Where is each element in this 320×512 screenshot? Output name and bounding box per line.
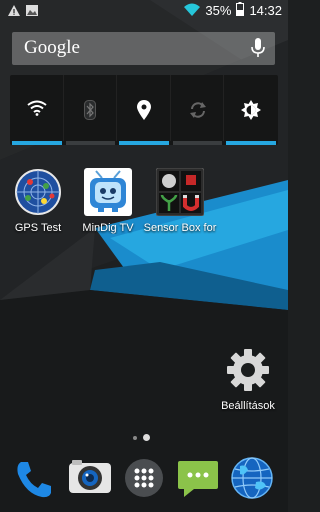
brightness-status-bar xyxy=(226,141,276,145)
power-control-widget xyxy=(10,75,278,145)
messaging-button[interactable] xyxy=(176,456,220,500)
phone-icon xyxy=(17,462,51,498)
message-icon xyxy=(178,461,218,497)
camera-icon xyxy=(69,460,111,493)
battery-icon xyxy=(236,2,245,19)
brightness-icon xyxy=(241,100,262,125)
wifi-icon xyxy=(27,100,47,121)
mic-icon[interactable] xyxy=(251,38,265,63)
wifi-status-bar xyxy=(12,141,62,145)
tv-icon xyxy=(84,168,132,216)
battery-percent: 35% xyxy=(205,3,232,18)
sync-status-bar xyxy=(172,141,223,145)
location-status-bar xyxy=(119,141,169,145)
phone-button[interactable] xyxy=(12,456,56,500)
sync-toggle[interactable] xyxy=(171,75,225,145)
bluetooth-status-bar xyxy=(65,141,116,145)
camera-button[interactable] xyxy=(68,456,112,500)
bluetooth-toggle[interactable] xyxy=(64,75,118,145)
gps-radar-icon xyxy=(14,168,62,216)
clock: 14:32 xyxy=(249,3,282,18)
globe-icon xyxy=(231,457,273,499)
dock xyxy=(0,452,288,506)
app-label: Beállítások xyxy=(221,400,275,412)
app-drawer-icon xyxy=(125,459,163,497)
location-icon xyxy=(136,100,151,125)
warning-icon xyxy=(8,3,20,21)
sync-icon xyxy=(188,100,208,125)
status-bar: 35% 14:32 xyxy=(0,0,288,22)
wifi-icon xyxy=(184,3,201,19)
app-label: Sensor Box for xyxy=(143,222,217,234)
google-logo: Google xyxy=(24,37,80,58)
google-search-bar[interactable]: Google xyxy=(12,32,275,65)
page-dot xyxy=(133,435,137,440)
app-drawer-button[interactable] xyxy=(122,456,166,500)
brightness-toggle[interactable] xyxy=(224,75,278,145)
settings-gear-icon xyxy=(224,346,272,394)
app-sensor-box[interactable]: Sensor Box for xyxy=(138,167,222,234)
app-settings[interactable]: Beállítások xyxy=(206,346,290,412)
browser-button[interactable] xyxy=(230,456,274,500)
image-icon xyxy=(26,3,38,21)
bluetooth-icon xyxy=(84,100,97,125)
page-dot-active xyxy=(143,434,150,441)
wifi-toggle[interactable] xyxy=(10,75,64,145)
sensor-box-icon xyxy=(155,167,205,217)
page-indicator xyxy=(133,434,150,441)
location-toggle[interactable] xyxy=(117,75,171,145)
